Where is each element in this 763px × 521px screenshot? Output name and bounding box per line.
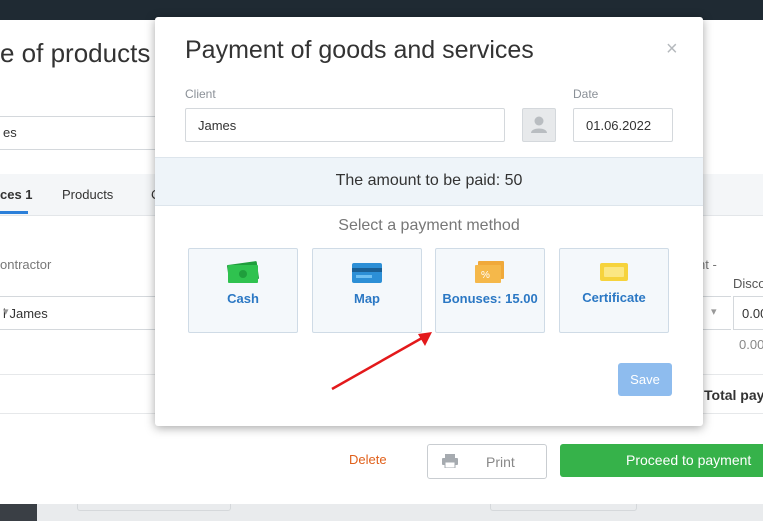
svg-text:%: %	[481, 270, 490, 281]
total-pay-label: Total pay	[704, 387, 763, 403]
amount-banner: The amount to be paid: 50	[155, 157, 703, 206]
tab-products[interactable]: Products	[62, 187, 113, 202]
payment-method-map[interactable]: Map	[312, 248, 422, 333]
client-profile-button[interactable]	[522, 108, 556, 142]
bottom-strip	[0, 504, 763, 521]
bottom-ghost-field	[490, 504, 637, 511]
active-tab-indicator	[0, 211, 28, 214]
bonus-icon: %	[475, 261, 504, 283]
client-field[interactable]: James	[185, 108, 505, 142]
annotation-arrow-icon	[331, 332, 432, 391]
contractor-select[interactable]: l James ▾	[0, 296, 162, 330]
background-client-input[interactable]: es	[0, 116, 160, 150]
bottom-dark-block	[0, 504, 37, 521]
date-field[interactable]: 01.06.2022	[573, 108, 673, 142]
discount-label: Disco	[733, 276, 763, 291]
card-icon	[352, 263, 382, 283]
save-button[interactable]: Save	[618, 363, 672, 396]
cash-icon	[227, 261, 259, 283]
discount-value: 0.00	[739, 337, 763, 352]
print-button[interactable]: Print	[427, 444, 547, 479]
user-icon	[531, 116, 547, 133]
certificate-icon	[600, 263, 628, 281]
payment-method-certificate[interactable]: Certificate	[559, 248, 669, 333]
payment-method-bonuses[interactable]: % Bonuses: 15.00	[435, 248, 545, 333]
right-select[interactable]: ▾	[700, 296, 731, 330]
close-icon[interactable]: ×	[666, 38, 678, 61]
bottom-ghost-field	[77, 504, 231, 511]
contractor-label: ontractor	[0, 257, 52, 272]
payment-method-cash[interactable]: Cash	[188, 248, 298, 333]
printer-icon	[442, 454, 458, 468]
select-method-heading: Select a payment method	[338, 217, 520, 234]
client-label: Client	[185, 87, 216, 101]
chevron-down-icon: ▾	[711, 306, 717, 318]
amount-text: The amount to be paid: 50	[335, 172, 523, 189]
delete-link[interactable]: Delete	[349, 452, 387, 467]
chevron-down-icon: ▾	[3, 306, 9, 318]
date-label: Date	[573, 87, 599, 101]
discount-input[interactable]: 0.00	[733, 296, 763, 330]
page-title: e of products	[0, 38, 151, 68]
proceed-to-payment-button[interactable]: Proceed to payment	[560, 444, 763, 477]
modal-title: Payment of goods and services	[185, 36, 534, 64]
tab-services[interactable]: ces 1	[0, 187, 33, 202]
